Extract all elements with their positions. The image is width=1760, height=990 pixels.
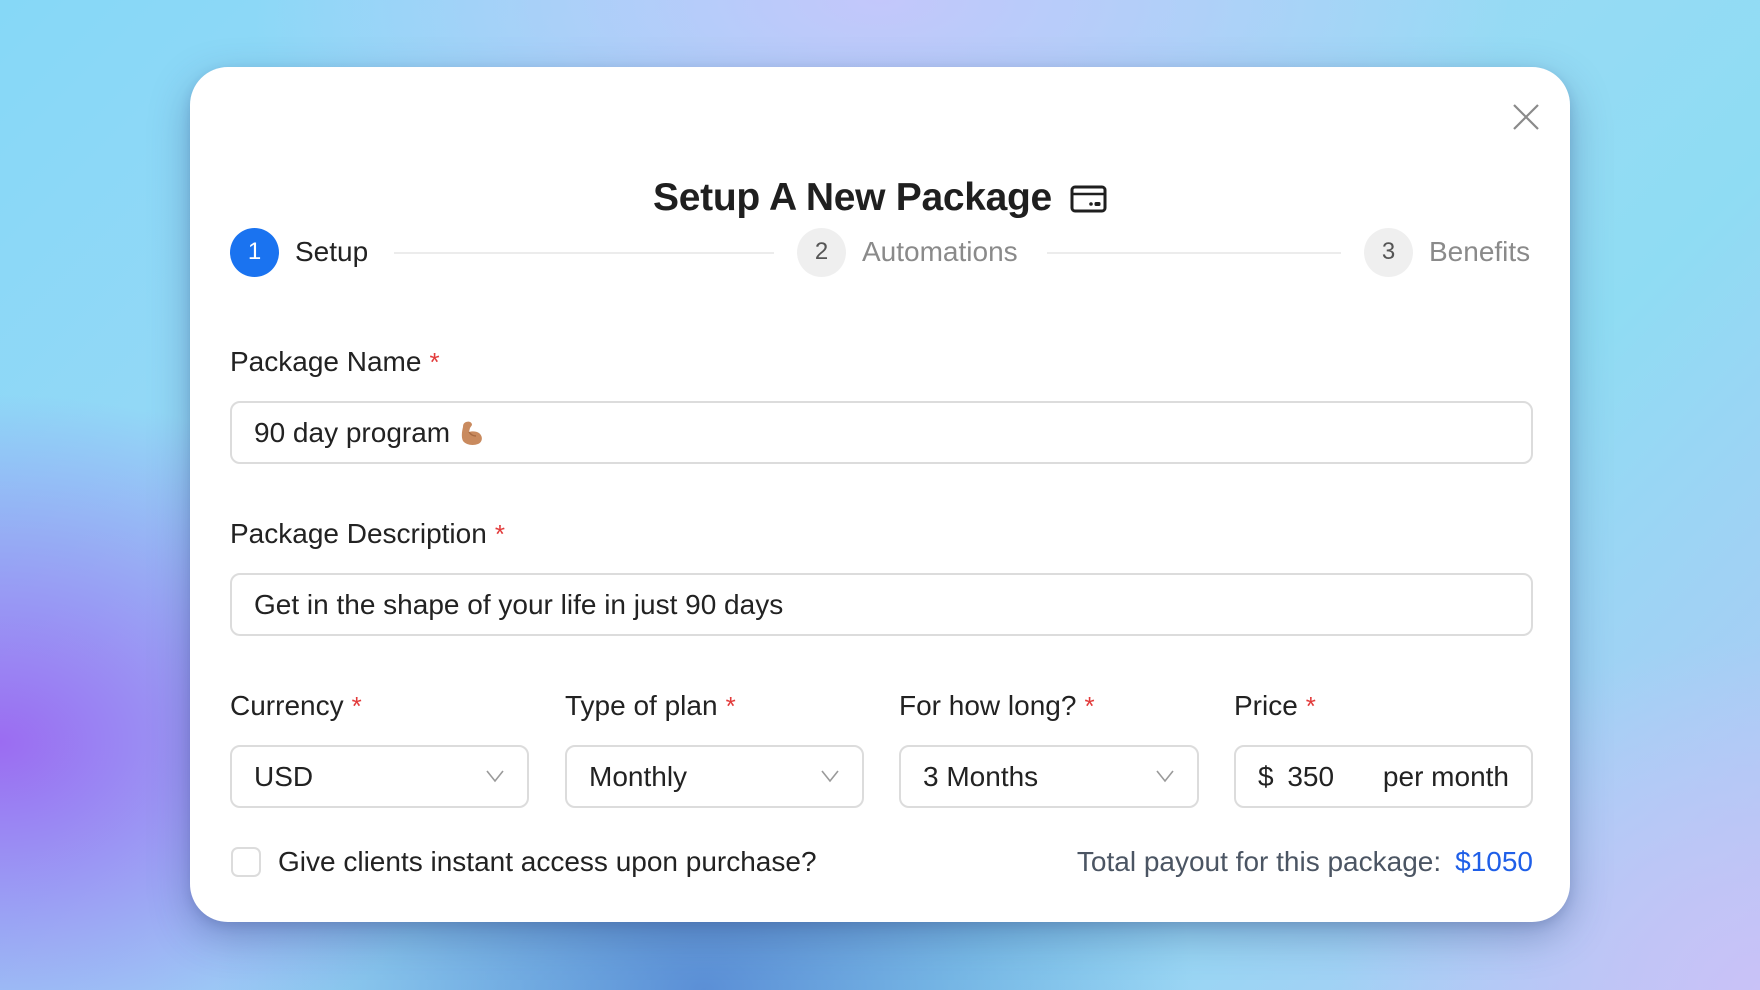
setup-package-dialog: Setup A New Package 1 Setup 2 Automation… — [190, 67, 1570, 922]
step-label: Benefits — [1429, 236, 1531, 267]
currency-select[interactable]: USD — [230, 745, 529, 808]
total-payout: Total payout for this package: $1050 — [1077, 846, 1533, 878]
close-icon[interactable] — [1511, 102, 1541, 132]
step-number: 1 — [230, 227, 279, 277]
chevron-down-icon — [486, 770, 504, 783]
instant-access-label[interactable]: Give clients instant access upon purchas… — [278, 846, 817, 878]
input-value: 90 day program — [254, 416, 451, 448]
required-marker: * — [494, 519, 505, 549]
flexed-biceps-icon — [461, 421, 482, 445]
progress-stepper: 1 Setup 2 Automations 3 Benefits — [230, 227, 1533, 277]
step-connector — [1047, 252, 1341, 254]
duration-select[interactable]: 3 Months — [899, 745, 1199, 808]
step-setup[interactable]: 1 Setup — [230, 227, 368, 277]
package-description-input[interactable]: Get in the shape of your life in just 90… — [230, 573, 1533, 636]
required-marker: * — [351, 691, 362, 721]
label-text: Price — [1234, 690, 1298, 721]
plan-type-select[interactable]: Monthly — [565, 745, 864, 808]
plan-type-label: Type of plan * — [565, 690, 736, 722]
dialog-header: Setup A New Package — [190, 173, 1570, 223]
package-description-label: Package Description * — [230, 518, 505, 550]
total-payout-label: Total payout for this package: — [1076, 846, 1442, 877]
required-marker: * — [429, 347, 440, 377]
step-connector — [394, 252, 774, 254]
price-suffix: per month — [1382, 760, 1509, 792]
instant-access-checkbox[interactable] — [231, 847, 261, 877]
price-label: Price * — [1234, 690, 1316, 722]
currency-label: Currency * — [230, 690, 362, 722]
price-input[interactable]: $ 350 per month — [1234, 745, 1533, 808]
duration-label: For how long? * — [899, 690, 1095, 722]
step-number: 3 — [1364, 227, 1413, 277]
label-text: Package Description — [230, 518, 487, 549]
step-label: Automations — [862, 236, 1018, 267]
select-value: 3 Months — [923, 760, 1039, 792]
label-text: Package Name — [230, 346, 422, 377]
label-text: For how long? — [899, 690, 1077, 721]
step-label: Setup — [295, 236, 369, 267]
package-name-label: Package Name * — [230, 346, 440, 378]
step-automations[interactable]: 2 Automations — [797, 227, 1018, 277]
chevron-down-icon — [1156, 770, 1174, 783]
chevron-down-icon — [821, 770, 839, 783]
select-value: USD — [254, 760, 314, 792]
label-text: Type of plan — [565, 690, 718, 721]
total-payout-amount: $1050 — [1455, 846, 1533, 877]
select-value: Monthly — [589, 760, 688, 792]
price-amount: $ 350 — [1258, 761, 1334, 793]
step-benefits[interactable]: 3 Benefits — [1364, 227, 1530, 277]
label-text: Currency — [230, 690, 344, 721]
currency-symbol: $ — [1258, 760, 1274, 792]
price-value: 350 — [1287, 760, 1335, 792]
input-value: Get in the shape of your life in just 90… — [254, 588, 784, 620]
dialog-title: Setup A New Package — [653, 176, 1052, 219]
step-number: 2 — [797, 227, 846, 277]
credit-card-icon — [1070, 185, 1107, 213]
required-marker: * — [1305, 691, 1316, 721]
required-marker: * — [1084, 691, 1095, 721]
required-marker: * — [725, 691, 736, 721]
package-name-input[interactable]: 90 day program — [230, 401, 1533, 464]
